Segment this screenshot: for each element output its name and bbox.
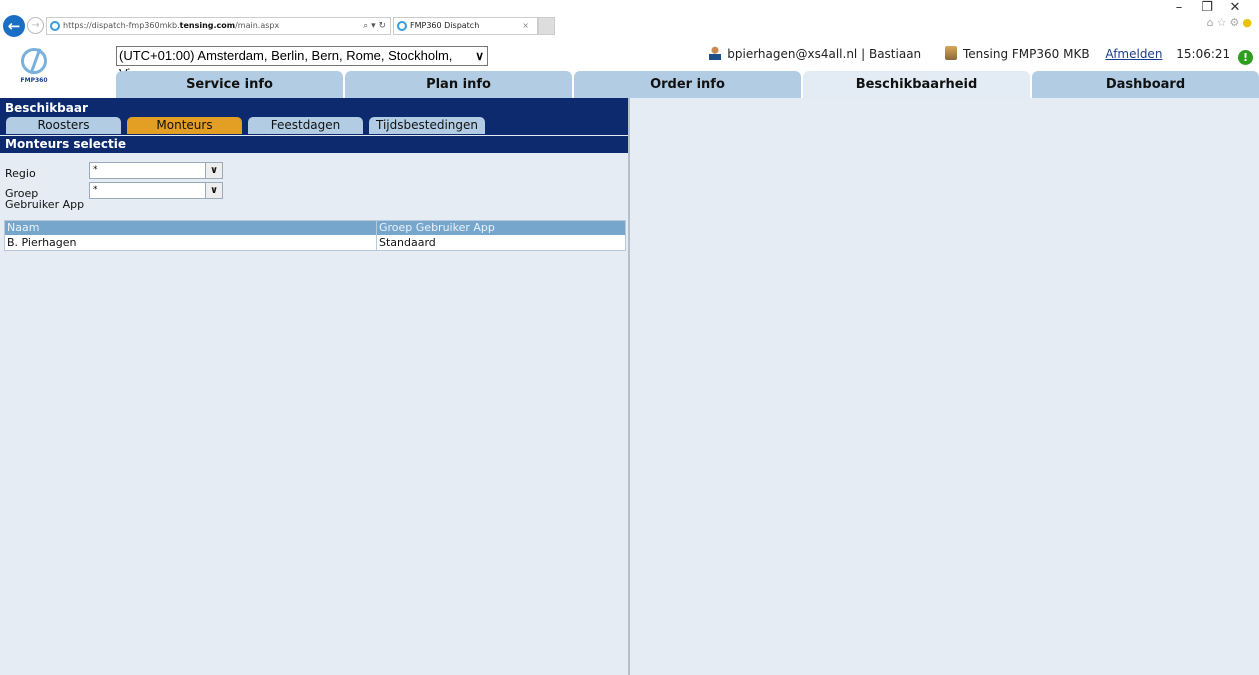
table-header: Naam Groep Gebruiker App [5,221,625,235]
tab-dashboard[interactable]: Dashboard [1032,71,1259,98]
beschikbaar-section: Beschikbaar Roosters Monteurs Feestdagen… [0,98,628,135]
regio-label: Regio [5,167,36,180]
groep-value: * [93,185,98,195]
fmp360-logo[interactable]: FMP360 [14,44,54,94]
logout-link[interactable]: Afmelden [1105,47,1162,61]
table-row[interactable]: B. Pierhagen Standaard [5,235,625,250]
clock: 15:06:21 [1176,47,1231,61]
window-controls: – ❐ ✕ [1165,0,1249,15]
monteurs-selectie-header: Monteurs selectie [0,136,628,153]
url-prefix: https://dispatch-fmp360mkb. [63,21,180,30]
timezone-select[interactable]: (UTC+01:00) Amsterdam, Berlin, Bern, Rom… [116,46,488,81]
organization-icon [945,46,957,60]
tab-plan-info[interactable]: Plan info [345,71,572,98]
user-name: Bastiaan [868,47,922,61]
user-icon [709,46,722,60]
browser-tab[interactable]: FMP360 Dispatch × [393,17,538,35]
status-ok-icon: ! [1238,50,1253,65]
column-header-groep[interactable]: Groep Gebruiker App [377,221,625,235]
arrow-right-icon: → [31,20,40,31]
home-icon[interactable]: ⌂ [1207,16,1217,29]
gear-icon[interactable]: ⚙ [1230,16,1243,29]
url-domain: tensing.com [179,21,236,30]
user-bar: bpierhagen@xs4all.nl | Bastiaan Tensing … [709,46,1253,65]
forward-button[interactable]: → [27,17,44,34]
logo-text: FMP360 [20,77,48,84]
monteurs-table: Naam Groep Gebruiker App B. Pierhagen St… [4,220,626,251]
content-area: Beschikbaar Roosters Monteurs Feestdagen… [0,98,1259,675]
sub-tabs: Roosters Monteurs Feestdagen Tijdsbested… [6,117,491,134]
tab-title: FMP360 Dispatch [410,21,480,30]
user-email: bpierhagen@xs4all.nl [727,47,858,61]
ie-icon [50,21,60,31]
chevron-down-icon[interactable]: ∨ [205,163,222,178]
close-icon[interactable]: ✕ [1221,0,1249,15]
star-icon[interactable]: ☆ [1217,16,1230,29]
groep-select[interactable]: * ∨ [89,182,223,199]
address-bar[interactable]: https://dispatch-fmp360mkb.tensing.com/m… [46,17,391,35]
chevron-down-icon[interactable]: ∨ [205,183,222,198]
search-refresh-icons[interactable]: ⌕ ▾ ↻ [363,18,386,34]
subtab-monteurs[interactable]: Monteurs [127,117,242,134]
cell-naam: B. Pierhagen [5,235,377,250]
subtab-roosters[interactable]: Roosters [6,117,121,134]
browser-toolbar-icons: ⌂☆⚙● [1207,16,1255,29]
groep-label: Groep Gebruiker App [5,187,85,211]
subtab-tijdsbestedingen[interactable]: Tijdsbestedingen [369,117,485,134]
close-tab-icon[interactable]: × [522,18,529,34]
restore-icon[interactable]: ❐ [1193,0,1221,15]
ie-icon [397,21,407,31]
section-title: Beschikbaar [5,101,88,115]
browser-chrome: ← → https://dispatch-fmp360mkb.tensing.c… [0,0,1259,40]
cell-groep: Standaard [379,236,436,249]
tab-order-info[interactable]: Order info [574,71,801,98]
regio-value: * [93,165,98,175]
left-pane: Beschikbaar Roosters Monteurs Feestdagen… [0,98,630,675]
logo-icon [21,48,47,74]
minimize-icon[interactable]: – [1165,0,1193,15]
tab-beschikbaarheid[interactable]: Beschikbaarheid [803,71,1030,98]
app-header: FMP360 (UTC+01:00) Amsterdam, Berlin, Be… [0,40,1259,98]
main-tabs: Service info Plan info Order info Beschi… [116,71,1259,98]
url-path: /main.aspx [235,21,280,30]
new-tab-button[interactable] [538,17,555,35]
smiley-icon[interactable]: ● [1242,16,1255,29]
column-header-naam[interactable]: Naam [5,221,377,235]
separator: | [861,47,866,61]
chevron-down-icon: ∨ [475,49,484,63]
arrow-left-icon: ← [7,17,21,35]
organization-name: Tensing FMP360 MKB [963,47,1090,61]
subtab-feestdagen[interactable]: Feestdagen [248,117,363,134]
back-button[interactable]: ← [3,15,25,37]
regio-select[interactable]: * ∨ [89,162,223,179]
tab-service-info[interactable]: Service info [116,71,343,98]
